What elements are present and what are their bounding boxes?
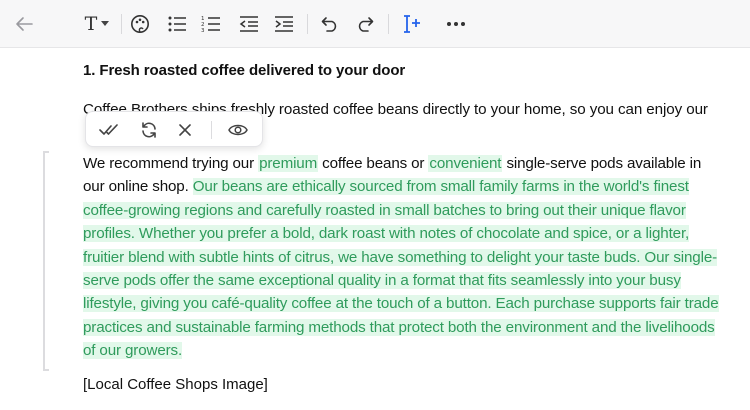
numbered-list-icon[interactable]: 123 xyxy=(199,10,223,38)
text-style-icon: T xyxy=(84,12,98,35)
undo-icon[interactable] xyxy=(318,10,342,38)
text-style-button[interactable]: T xyxy=(80,10,114,38)
paragraph-text: coffee beans or xyxy=(318,155,429,172)
toolbar-divider xyxy=(211,121,212,139)
reject-icon[interactable] xyxy=(174,119,196,141)
suggestion-range-indicator xyxy=(43,151,49,371)
chevron-down-icon xyxy=(101,21,110,27)
suggested-word[interactable]: convenient xyxy=(428,155,503,172)
preview-icon[interactable] xyxy=(227,119,249,141)
section-heading: 1. Fresh roasted coffee delivered to you… xyxy=(83,62,406,79)
paragraph-with-suggestion: We recommend trying our premium coffee b… xyxy=(83,152,719,363)
bullet-list-icon[interactable] xyxy=(165,10,189,38)
suggested-word[interactable]: premium xyxy=(258,155,319,172)
image-placeholder: [Local Coffee Shops Image] xyxy=(83,376,268,393)
suggestion-toolbar xyxy=(85,111,263,147)
ai-text-cursor-icon[interactable] xyxy=(399,10,425,38)
indent-icon[interactable] xyxy=(272,10,296,38)
toolbar-divider xyxy=(388,14,389,34)
suggested-text[interactable]: Our beans are ethically sourced from sma… xyxy=(83,178,719,360)
toolbar-divider xyxy=(307,14,308,34)
redo-icon[interactable] xyxy=(353,10,377,38)
more-icon[interactable] xyxy=(444,10,468,38)
regenerate-icon[interactable] xyxy=(138,119,160,141)
outdent-icon[interactable] xyxy=(237,10,261,38)
back-arrow-icon[interactable] xyxy=(12,10,36,38)
editor-toolbar: T 123 xyxy=(0,0,750,48)
svg-text:3: 3 xyxy=(201,28,205,33)
paragraph-text: We recommend trying our xyxy=(83,155,259,172)
accept-all-icon[interactable] xyxy=(98,119,120,141)
palette-icon[interactable] xyxy=(128,10,152,38)
toolbar-divider xyxy=(121,14,122,34)
